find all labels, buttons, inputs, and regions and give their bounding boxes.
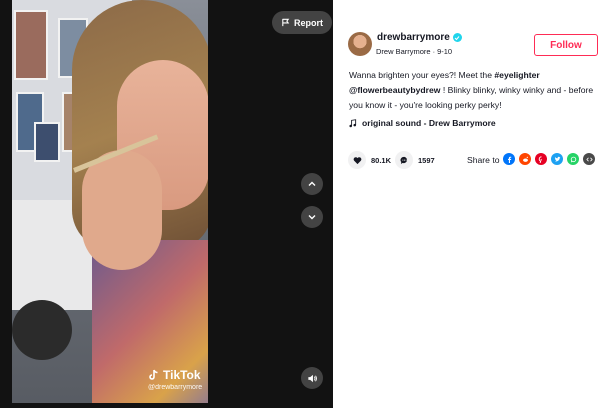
comment-count: 1597 [418, 155, 435, 165]
wall-poster [14, 10, 48, 80]
author-display-name: Drew Barrymore [376, 47, 431, 56]
caption-hashtag[interactable]: #eyelighter [494, 70, 539, 80]
report-button[interactable]: Report [272, 11, 332, 34]
tiktok-logo-icon [149, 369, 158, 380]
like-button[interactable]: 80.1K [348, 151, 391, 169]
facebook-icon[interactable] [503, 153, 515, 165]
watermark-logo-text: TikTok [163, 368, 201, 382]
whatsapp-icon[interactable] [567, 153, 579, 165]
video-caption: Wanna brighten your eyes?! Meet the #eye… [349, 68, 599, 113]
flag-icon [282, 18, 290, 27]
watermark-logo: TikTok [148, 368, 202, 382]
volume-icon [307, 374, 317, 382]
caption-mention[interactable]: @flowerbeautybydrew [349, 85, 440, 95]
chevron-up-icon [308, 181, 316, 186]
pinterest-icon[interactable] [535, 153, 547, 165]
wall-poster [34, 122, 60, 162]
sound-label: original sound - Drew Barrymore [362, 118, 496, 128]
like-circle [348, 151, 366, 169]
video-info-panel: drewbarrymore Drew Barrymore · 9-10 Follow… [333, 0, 602, 408]
sound-link[interactable]: original sound - Drew Barrymore [348, 118, 496, 128]
video-frame[interactable] [12, 0, 208, 403]
embed-icon[interactable] [583, 153, 595, 165]
checkmark-icon [454, 35, 460, 40]
follow-button[interactable]: Follow [534, 34, 598, 56]
volume-button[interactable] [301, 367, 323, 389]
twitter-icon[interactable] [551, 153, 563, 165]
like-count: 80.1K [371, 155, 392, 165]
post-date: 9-10 [437, 47, 453, 56]
previous-video-button[interactable] [301, 173, 323, 195]
comment-icon [400, 156, 407, 164]
music-note-icon [349, 118, 357, 127]
tiktok-watermark: TikTok @drewbarrymore [148, 368, 202, 391]
comment-button[interactable]: 1597 [395, 151, 435, 169]
watermark-handle: @drewbarrymore [148, 384, 203, 391]
avatar[interactable] [348, 32, 372, 56]
heart-icon [353, 156, 361, 164]
reddit-icon[interactable] [519, 153, 531, 165]
subline-separator: · [432, 47, 436, 56]
author-subline: Drew Barrymore · 9-10 [376, 47, 452, 56]
next-video-button[interactable] [301, 206, 323, 228]
author-username[interactable]: drewbarrymore [377, 32, 450, 43]
caption-text-1: Wanna brighten your eyes?! Meet the [349, 70, 495, 80]
comment-circle [395, 151, 413, 169]
author-username-row[interactable]: drewbarrymore [377, 32, 462, 43]
share-targets [503, 153, 595, 165]
chevron-down-icon [308, 215, 316, 220]
video-bin [12, 300, 72, 360]
report-label: Report [294, 17, 323, 28]
share-label: Share to [467, 155, 500, 165]
verified-badge-icon [452, 33, 462, 42]
video-person-hand [82, 150, 162, 270]
video-player: Report TikTok @drewbarrymore [0, 0, 333, 408]
